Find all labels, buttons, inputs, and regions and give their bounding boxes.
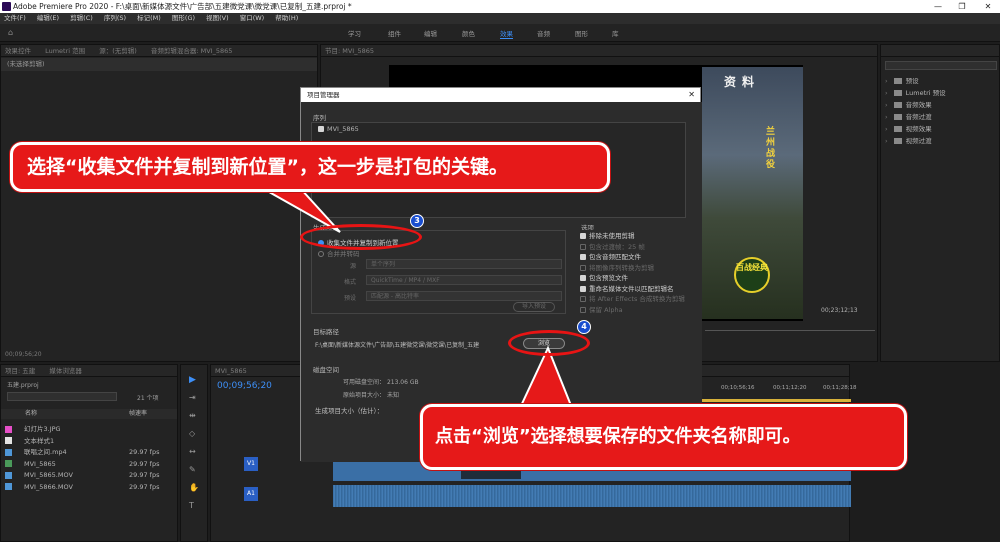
step-badge-3: 3 xyxy=(410,214,424,228)
highlight-oval-browse xyxy=(508,330,590,356)
step-badge-4: 4 xyxy=(577,320,591,334)
callout-top: 选择“收集文件并复制到新位置”，这一步是打包的关键。 xyxy=(10,142,610,192)
callout-bottom: 点击“浏览”选择想要保存的文件夹名称即可。 xyxy=(420,404,907,470)
callout-pointer-bottom xyxy=(518,345,574,409)
highlight-oval-copy-option xyxy=(300,224,422,250)
